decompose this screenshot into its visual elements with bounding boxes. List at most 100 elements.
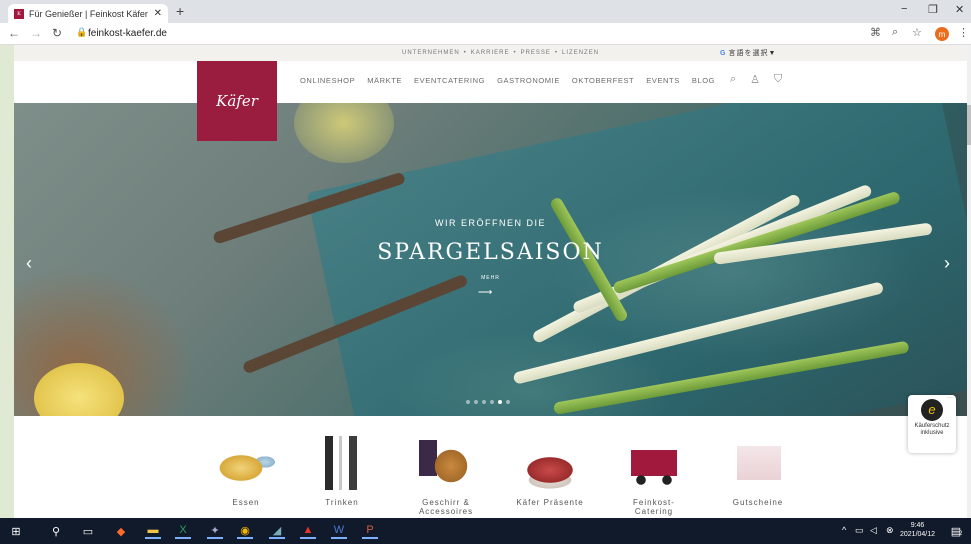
powerpoint-icon[interactable]: P (362, 523, 378, 539)
gift-basket-icon (517, 436, 583, 490)
hero-title: SPARGELSAISON (377, 240, 604, 265)
nav-onlineshop[interactable]: ONLINESHOP (300, 76, 355, 85)
voucher-card-icon (725, 436, 791, 490)
wine-bottles-icon (309, 436, 375, 490)
clock-date: 2021/04/12 (900, 531, 936, 538)
language-selector[interactable]: G 言語を選択▼ (720, 48, 776, 58)
scrollbar-thumb[interactable] (967, 105, 971, 145)
window-close-button[interactable]: ✕ (955, 3, 964, 16)
tableware-icon (413, 436, 479, 490)
nav-events[interactable]: EVENTS (646, 76, 680, 85)
hero-slider: WIR ERÖFFNEN DIE SPARGELSAISON MEHR ⟶ ‹ … (14, 103, 967, 416)
category-gutscheine[interactable]: Gutscheine (718, 436, 798, 507)
category-catering[interactable]: Feinkost-Catering (614, 436, 694, 516)
search-icon[interactable]: ⚲ (48, 523, 64, 539)
app-icon[interactable]: ✦ (207, 523, 223, 539)
favicon-icon: K (14, 8, 24, 19)
web-page: UNTERNEHMEN • KARRIERE • PRESSE • LIZENZ… (14, 45, 967, 518)
forward-icon[interactable]: → (30, 26, 42, 40)
notification-count: 2 (959, 531, 963, 537)
windows-start-icon[interactable]: ⊞ (8, 523, 24, 539)
slider-dot[interactable] (482, 400, 486, 404)
slider-dot[interactable] (490, 400, 494, 404)
translate-icon[interactable]: ⌘ (870, 26, 881, 39)
top-link-strip: UNTERNEHMEN • KARRIERE • PRESSE • LIZENZ… (14, 45, 967, 61)
tray-chevron-icon[interactable]: ^ (842, 525, 846, 535)
category-label: Trinken (325, 498, 359, 507)
app-icon[interactable]: ◆ (113, 523, 129, 539)
nav-gastronomie[interactable]: GASTRONOMIE (497, 76, 560, 85)
top-link-unternehmen[interactable]: UNTERNEHMEN (402, 50, 460, 56)
network-icon[interactable]: ⊗ (886, 525, 894, 536)
category-row: Essen Trinken Geschirr & Accessoires Käf… (14, 416, 967, 518)
reload-icon[interactable]: ↻ (52, 26, 62, 40)
app-icon[interactable]: ◢ (269, 523, 285, 539)
url-field[interactable]: feinkost-kaefer.de (88, 28, 167, 39)
language-selector-label: 言語を選択▼ (728, 50, 777, 57)
slider-prev-icon[interactable]: ‹ (26, 253, 32, 274)
search-icon[interactable]: ⌕ (730, 73, 736, 86)
nav-eventcatering[interactable]: EVENTCATERING (414, 76, 485, 85)
category-label: Feinkost-Catering (633, 498, 675, 516)
slider-dot-active[interactable] (498, 400, 502, 404)
profile-avatar[interactable]: m (935, 27, 949, 41)
cheese-fish-icon (213, 436, 279, 490)
volume-icon[interactable]: ◁ (870, 525, 877, 536)
lock-icon[interactable]: 🔒 (76, 27, 87, 38)
address-bar: ← → ↻ 🔒 feinkost-kaefer.de ⌘ ⌕ ☆ m ⋮ (0, 23, 971, 45)
clock-time: 9:46 (910, 522, 925, 529)
hero-more-arrow-icon[interactable]: ⟶ (478, 287, 492, 298)
trust-badge[interactable]: ··· e Käuferschutz inklusive (908, 395, 956, 453)
page-scrollbar[interactable] (967, 45, 971, 518)
category-label: Essen (232, 498, 260, 507)
google-icon: G (720, 49, 727, 57)
top-link-presse[interactable]: PRESSE (521, 50, 551, 56)
menu-kebab-icon[interactable]: ⋮ (958, 26, 969, 39)
main-nav: ONLINESHOP MÄRKTE EVENTCATERING GASTRONO… (300, 76, 715, 85)
top-link-lizenzen[interactable]: LIZENZEN (562, 50, 599, 56)
slider-dots (466, 400, 510, 404)
top-link-separator: • (463, 50, 467, 56)
top-link-separator: • (513, 50, 517, 56)
battery-icon[interactable]: ▭ (855, 525, 864, 536)
category-trinken[interactable]: Trinken (302, 436, 382, 507)
browser-tab[interactable]: K Für Genießer | Feinkost Käfer Onl ✕ (8, 4, 168, 23)
word-icon[interactable]: W (331, 523, 347, 539)
chrome-icon[interactable]: ◉ (237, 523, 253, 539)
slider-next-icon[interactable]: › (944, 253, 950, 274)
tab-close-button[interactable]: ✕ (154, 8, 162, 19)
nav-maerkte[interactable]: MÄRKTE (367, 76, 402, 85)
slider-dot[interactable] (506, 400, 510, 404)
maximize-button[interactable]: ❐ (928, 3, 938, 16)
top-link-karriere[interactable]: KARRIERE (471, 50, 510, 56)
new-tab-button[interactable]: + (176, 3, 184, 19)
slider-dot[interactable] (474, 400, 478, 404)
trusted-shops-e-icon: e (921, 399, 943, 421)
top-link-separator: • (554, 50, 559, 56)
hero-more-link[interactable]: MEHR (14, 275, 967, 281)
trust-line-2: inklusive (920, 430, 944, 436)
excel-icon[interactable]: X (175, 523, 191, 539)
task-view-icon[interactable]: ▭ (80, 523, 96, 539)
acrobat-icon[interactable]: ▲ (300, 523, 316, 539)
hero-subtitle: WIR ERÖFFNEN DIE (435, 218, 546, 228)
zoom-icon[interactable]: ⌕ (892, 26, 898, 39)
category-praesente[interactable]: Käfer Präsente (510, 436, 590, 507)
category-essen[interactable]: Essen (206, 436, 286, 507)
account-icon[interactable]: ♙ (750, 73, 760, 86)
slider-dot[interactable] (466, 400, 470, 404)
nav-blog[interactable]: BLOG (692, 76, 715, 85)
cart-icon[interactable]: ⛉ (774, 73, 782, 86)
tab-title: Für Genießer | Feinkost Käfer Onl (29, 8, 150, 19)
bookmark-star-icon[interactable]: ☆ (912, 26, 922, 39)
trust-more-icon[interactable]: ··· (947, 395, 953, 401)
kaefer-logo[interactable]: Käfer (197, 61, 277, 141)
back-icon[interactable]: ← (8, 26, 20, 40)
nav-oktoberfest[interactable]: OKTOBERFEST (572, 76, 634, 85)
trust-line-1: Käuferschutz (914, 423, 950, 429)
minimize-button[interactable]: − (901, 3, 907, 15)
category-geschirr[interactable]: Geschirr & Accessoires (406, 436, 486, 516)
system-clock[interactable]: 9:46 2021/04/12 (900, 521, 935, 539)
category-label: Käfer Präsente (516, 498, 584, 507)
file-explorer-icon[interactable]: ▬ (145, 523, 161, 539)
